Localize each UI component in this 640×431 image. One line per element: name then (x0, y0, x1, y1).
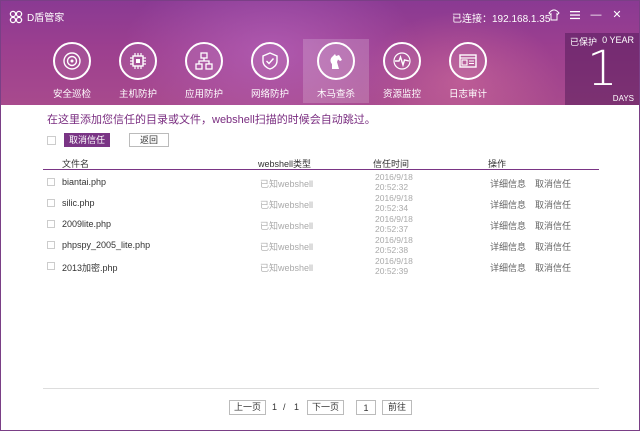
webshell-type: 已知webshell (260, 242, 314, 252)
cancel-trust-link[interactable]: 取消信任 (535, 177, 571, 190)
nav-item-app-protection[interactable]: 应用防护 (171, 39, 237, 103)
column-header-filename: 文件名 (62, 159, 90, 169)
select-all-checkbox[interactable] (47, 136, 56, 145)
trust-time: 2016/9/18 20:52:39 (375, 256, 413, 276)
nav-item-network-protection[interactable]: 网络防护 (237, 39, 303, 103)
detail-link[interactable]: 详细信息 (490, 198, 526, 211)
row-checkbox[interactable] (47, 199, 55, 207)
protection-days-value: 1 (587, 41, 618, 97)
connection-status: 已连接：192.168.1.35 (452, 14, 551, 25)
webshell-type: 已知webshell (260, 179, 314, 189)
nav-label: 应用防护 (184, 89, 223, 100)
protection-counter: 已保护 0 YEAR 1 DAYS (565, 33, 639, 105)
column-header-time: 信任时间 (373, 159, 410, 169)
table-row: 2009lite.php 已知webshell 2016/9/18 20:52:3… (43, 214, 599, 235)
table-row: 2013加密.php 已知webshell 2016/9/18 20:52:39 … (43, 256, 599, 277)
back-button[interactable]: 返回 (129, 133, 169, 147)
table-row: phpspy_2005_lite.php 已知webshell 2016/9/1… (43, 235, 599, 256)
nav-label: 主机防护 (118, 89, 157, 100)
trust-hint: 在这里添加您信任的目录或文件，webshell扫描的时候会自动跳过。 (47, 114, 376, 126)
cancel-trust-link[interactable]: 取消信任 (535, 240, 571, 253)
next-page-button[interactable]: 下一页 (307, 400, 344, 415)
column-header-type: webshell类型 (258, 159, 312, 169)
page-jump-input[interactable] (356, 400, 376, 415)
app-window: D盾管家 已连接：192.168.1.35 — ✕ 安全巡检 主机防护 应用防护… (0, 0, 640, 431)
nav-label: 安全巡检 (52, 89, 91, 100)
chip-icon (119, 42, 157, 80)
nav-label: 木马查杀 (316, 89, 355, 100)
nav-item-security-patrol[interactable]: 安全巡检 (39, 39, 105, 103)
row-checkbox[interactable] (47, 262, 55, 270)
trust-time: 2016/9/18 20:52:38 (375, 235, 413, 255)
detail-link[interactable]: 详细信息 (490, 240, 526, 253)
cancel-trust-link[interactable]: 取消信任 (535, 219, 571, 232)
header-bar: D盾管家 已连接：192.168.1.35 — ✕ 安全巡检 主机防护 应用防护… (1, 1, 639, 105)
cancel-trust-link[interactable]: 取消信任 (535, 261, 571, 274)
radar-icon (53, 42, 91, 80)
untrust-button[interactable]: 取消信任 (64, 133, 110, 147)
file-name: biantai.php (62, 177, 107, 187)
total-pages: 1 (294, 402, 300, 412)
cancel-trust-link[interactable]: 取消信任 (535, 198, 571, 211)
webshell-type: 已知webshell (260, 263, 314, 273)
webshell-type: 已知webshell (260, 221, 314, 231)
nav-item-log-audit[interactable]: 日志审计 (435, 39, 501, 103)
row-checkbox[interactable] (47, 241, 55, 249)
app-title: D盾管家 (27, 13, 65, 24)
table-header: 文件名 webshell类型 信任时间 操作 (43, 155, 599, 170)
horse-icon (317, 42, 355, 80)
nav-item-host-protection[interactable]: 主机防护 (105, 39, 171, 103)
detail-link[interactable]: 详细信息 (490, 219, 526, 232)
webshell-type: 已知webshell (260, 200, 314, 210)
network-icon (185, 42, 223, 80)
log-icon (449, 42, 487, 80)
file-name: phpspy_2005_lite.php (62, 240, 151, 250)
file-name: 2009lite.php (62, 219, 112, 229)
file-name: 2013加密.php (62, 263, 118, 273)
app-logo-icon (9, 10, 23, 24)
row-checkbox[interactable] (47, 178, 55, 186)
page-separator: / (283, 402, 286, 412)
column-header-actions: 操作 (488, 159, 507, 169)
protection-days-label: DAYS (612, 94, 634, 103)
close-button[interactable]: ✕ (610, 8, 624, 22)
file-name: silic.php (62, 198, 95, 208)
nav-label: 日志审计 (448, 89, 487, 100)
table-row: biantai.php 已知webshell 2016/9/18 20:52:32… (43, 172, 599, 193)
shirt-icon[interactable] (547, 8, 561, 22)
current-page: 1 (272, 402, 278, 412)
nav-item-trojan-scan[interactable]: 木马查杀 (303, 39, 369, 103)
detail-link[interactable]: 详细信息 (490, 177, 526, 190)
trust-time: 2016/9/18 20:52:37 (375, 214, 413, 234)
nav-item-resource-monitor[interactable]: 资源监控 (369, 39, 435, 103)
table-row: silic.php 已知webshell 2016/9/18 20:52:34 详… (43, 193, 599, 214)
go-page-button[interactable]: 前往 (382, 400, 412, 415)
row-checkbox[interactable] (47, 220, 55, 228)
nav-label: 资源监控 (382, 89, 421, 100)
shield-icon (251, 42, 289, 80)
table-divider (43, 388, 599, 389)
minimize-button[interactable]: — (589, 8, 603, 22)
menu-icon[interactable] (568, 8, 582, 22)
detail-link[interactable]: 详细信息 (490, 261, 526, 274)
nav-label: 网络防护 (250, 89, 289, 100)
pulse-icon (383, 42, 421, 80)
prev-page-button[interactable]: 上一页 (229, 400, 266, 415)
trust-time: 2016/9/18 20:52:32 (375, 172, 413, 192)
trust-time: 2016/9/18 20:52:34 (375, 193, 413, 213)
